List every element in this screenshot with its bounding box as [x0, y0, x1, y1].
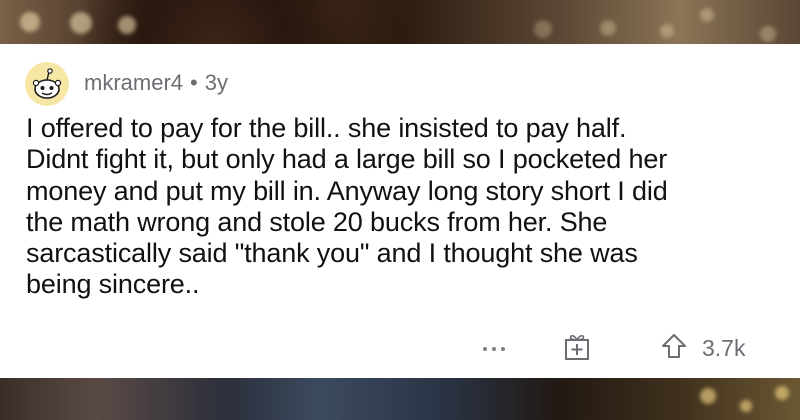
bokeh-light [70, 12, 92, 34]
comment-meta: mkramer4 • 3y [84, 70, 228, 96]
comment-line: being sincere.. [26, 269, 200, 300]
username-link[interactable]: mkramer4 [84, 70, 183, 95]
bokeh-light [118, 16, 136, 34]
bokeh-light [700, 388, 716, 404]
bokeh-light [760, 26, 776, 42]
snoo-avatar-icon[interactable] [25, 62, 69, 106]
more-options-icon[interactable] [483, 344, 515, 354]
bokeh-light [534, 20, 552, 38]
meta-separator: • [190, 70, 198, 95]
bokeh-light [600, 20, 616, 36]
background-photo-bottom [0, 378, 800, 420]
comment-line: I offered to pay for the bill.. she insi… [26, 113, 627, 143]
comment-age: 3y [204, 70, 228, 95]
comment-line: the math wrong and stole 20 bucks from h… [26, 206, 608, 237]
upvote-arrow-icon[interactable] [660, 332, 688, 360]
bokeh-light [20, 12, 40, 32]
comment-line: Didnt fight it, but only had a large bil… [26, 144, 668, 175]
background-photo-top [0, 0, 800, 46]
comment-line: sarcastically said "thank you" and I tho… [26, 238, 638, 269]
bokeh-light [700, 8, 714, 22]
bokeh-light [775, 386, 789, 400]
bokeh-light [740, 400, 752, 412]
vote-score: 3.7k [702, 335, 746, 361]
comment-line: money and put my bill in. Anyway long st… [26, 175, 668, 206]
bokeh-light [660, 24, 674, 38]
comment-card: mkramer4 • 3y I offered to pay for the bil… [0, 44, 800, 378]
gift-icon[interactable] [562, 330, 592, 362]
comment-body: I offered to pay for the bill.. she insi… [26, 113, 786, 301]
